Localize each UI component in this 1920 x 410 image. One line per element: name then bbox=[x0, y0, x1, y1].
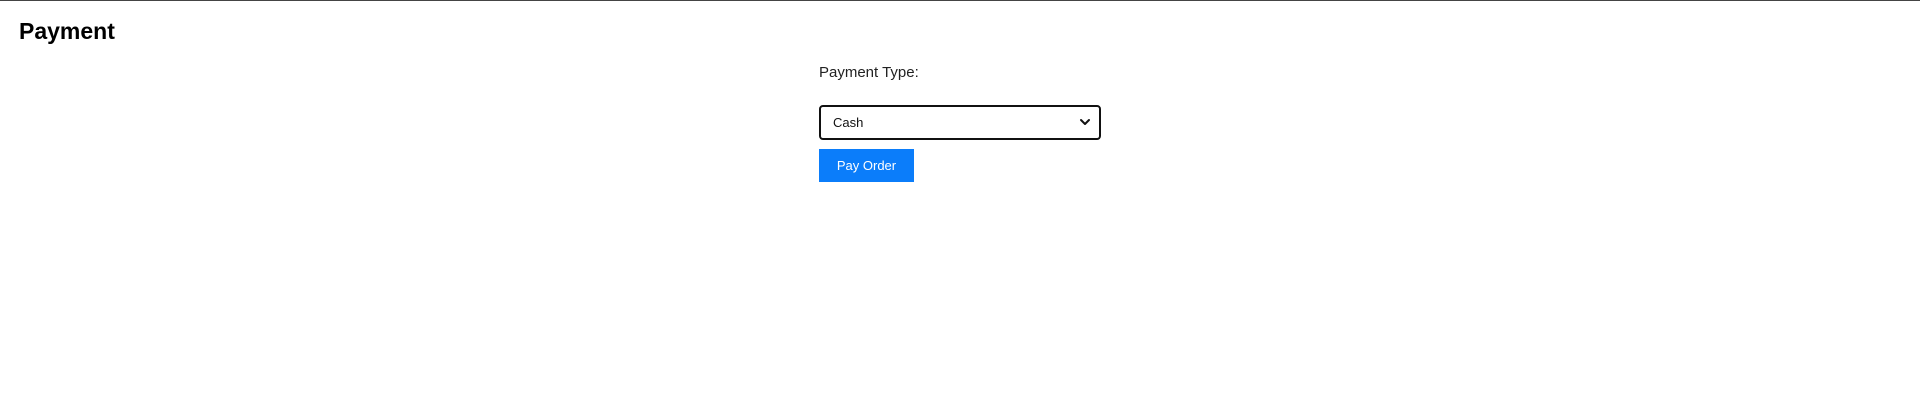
payment-form: Payment Type: Cash Pay Order bbox=[819, 64, 1119, 182]
payment-page: Payment Payment Type: Cash Pay Order bbox=[0, 0, 1920, 410]
payment-type-label: Payment Type: bbox=[819, 64, 919, 81]
pay-order-button[interactable]: Pay Order bbox=[819, 149, 914, 182]
payment-type-selected-value: Cash bbox=[833, 115, 864, 130]
payment-type-select[interactable]: Cash bbox=[819, 105, 1101, 140]
chevron-down-icon bbox=[1080, 119, 1090, 125]
top-divider bbox=[0, 0, 1920, 1]
page-title: Payment bbox=[19, 18, 115, 44]
